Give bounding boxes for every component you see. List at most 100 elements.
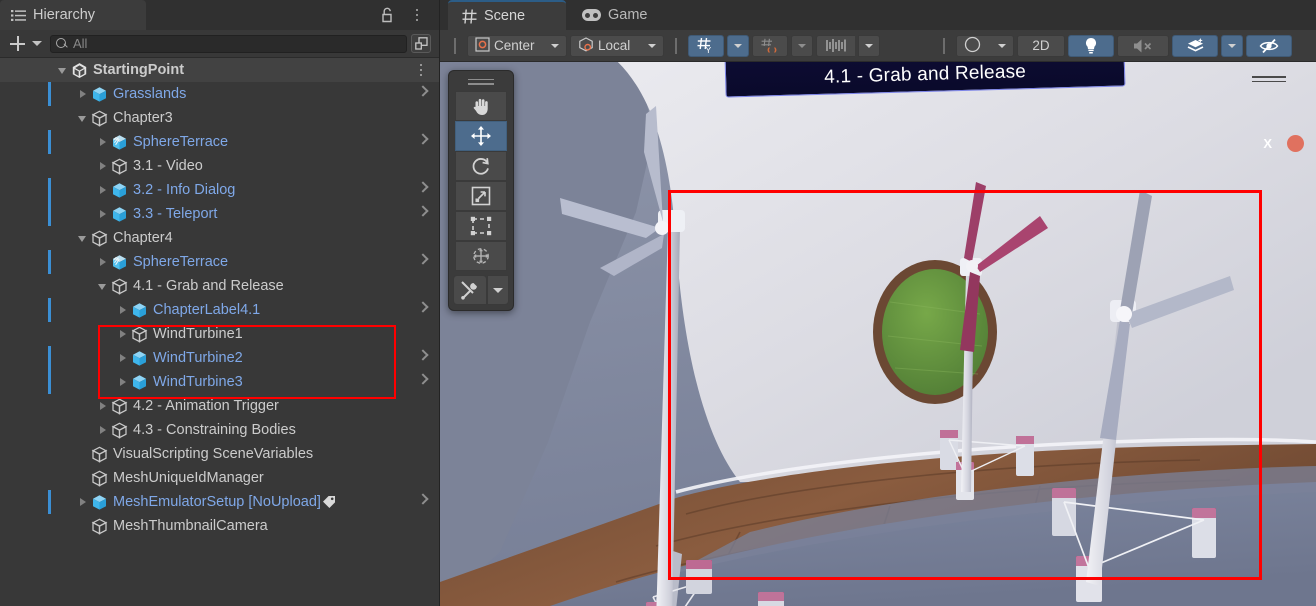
hierarchy-row[interactable]: 4.1 - Grab and Release bbox=[0, 274, 439, 298]
move-tool[interactable] bbox=[455, 121, 507, 151]
hierarchy-row[interactable]: MeshUniqueIdManager bbox=[0, 466, 439, 490]
twirl-spacer bbox=[76, 442, 91, 466]
hierarchy-row-label: MeshThumbnailCamera bbox=[113, 517, 268, 534]
hierarchy-row[interactable]: 4.3 - Constraining Bodies bbox=[0, 418, 439, 442]
scene-viewport[interactable]: 4.1 - Grab and Release X bbox=[440, 62, 1316, 606]
create-object-chevron-down-icon[interactable] bbox=[32, 41, 42, 46]
hierarchy-tree[interactable]: StartingPoint Grasslands Chapter3 SphereTer… bbox=[0, 58, 439, 606]
hierarchy-row-label: 4.3 - Constraining Bodies bbox=[133, 421, 296, 438]
audio-mute-toggle[interactable] bbox=[1117, 34, 1169, 57]
scale-tool[interactable] bbox=[455, 181, 507, 211]
twirl-open-icon[interactable] bbox=[96, 274, 111, 298]
open-prefab-chevron-right-icon[interactable] bbox=[417, 253, 429, 265]
rect-transform-tool[interactable] bbox=[455, 211, 507, 241]
hierarchy-row[interactable]: WindTurbine3 bbox=[0, 370, 439, 394]
gameobject-cube-icon bbox=[111, 158, 128, 175]
hierarchy-row[interactable]: StartingPoint bbox=[0, 58, 439, 82]
hierarchy-row[interactable]: Chapter4 bbox=[0, 226, 439, 250]
twirl-closed-icon[interactable] bbox=[96, 250, 111, 274]
hand-pan-tool[interactable] bbox=[455, 91, 507, 121]
open-prefab-chevron-right-icon[interactable] bbox=[417, 493, 429, 505]
twirl-open-icon[interactable] bbox=[76, 106, 91, 130]
twirl-closed-icon[interactable] bbox=[116, 322, 131, 346]
twirl-closed-icon[interactable] bbox=[96, 178, 111, 202]
toggle-2d-button[interactable]: 2D bbox=[1017, 34, 1065, 57]
effects-dropdown[interactable] bbox=[1221, 34, 1243, 57]
toolbar-grip[interactable] bbox=[454, 37, 456, 54]
hierarchy-kebab-menu-icon[interactable] bbox=[409, 5, 425, 25]
hierarchy-row[interactable]: MeshThumbnailCamera bbox=[0, 514, 439, 538]
rotate-tool[interactable] bbox=[455, 151, 507, 181]
pivot-chevron-down-icon bbox=[551, 43, 559, 48]
toolbar-grip-2[interactable] bbox=[675, 37, 677, 54]
open-prefab-chevron-right-icon[interactable] bbox=[417, 205, 429, 217]
prefab-variant-icon bbox=[111, 254, 128, 271]
hierarchy-row-label: 4.2 - Animation Trigger bbox=[133, 397, 279, 414]
open-prefab-chevron-right-icon[interactable] bbox=[417, 349, 429, 361]
hierarchy-row[interactable]: 3.3 - Teleport bbox=[0, 202, 439, 226]
twirl-closed-icon[interactable] bbox=[96, 418, 111, 442]
twirl-closed-icon[interactable] bbox=[76, 82, 91, 106]
open-prefab-chevron-right-icon[interactable] bbox=[417, 373, 429, 385]
gameobject-cube-icon bbox=[91, 446, 108, 463]
grid-snap-toggle[interactable] bbox=[752, 34, 788, 57]
tool-palette-drag-handle[interactable] bbox=[468, 77, 494, 86]
create-object-button[interactable] bbox=[6, 34, 28, 54]
grid-visibility-dropdown[interactable] bbox=[727, 34, 749, 57]
hierarchy-row[interactable]: WindTurbine2 bbox=[0, 346, 439, 370]
effects-chevron-down-icon bbox=[1228, 43, 1236, 48]
hierarchy-row[interactable]: Grasslands bbox=[0, 82, 439, 106]
hierarchy-row[interactable]: Chapter3 bbox=[0, 106, 439, 130]
lock-open-icon[interactable] bbox=[379, 6, 395, 23]
twirl-closed-icon[interactable] bbox=[116, 370, 131, 394]
twirl-closed-icon[interactable] bbox=[96, 154, 111, 178]
effects-toggle[interactable] bbox=[1172, 34, 1218, 57]
custom-tool-chevron-down-icon[interactable] bbox=[487, 275, 509, 305]
row-kebab-menu-icon[interactable] bbox=[416, 60, 426, 80]
twirl-spacer bbox=[76, 514, 91, 538]
open-in-new-icon[interactable] bbox=[411, 34, 431, 53]
search-input[interactable]: All bbox=[50, 34, 407, 53]
twirl-closed-icon[interactable] bbox=[116, 346, 131, 370]
hierarchy-row-label: 3.2 - Info Dialog bbox=[133, 181, 236, 198]
twirl-closed-icon[interactable] bbox=[96, 394, 111, 418]
gizmo-axis-x-handle[interactable] bbox=[1287, 135, 1304, 152]
toolbar-grip-3[interactable] bbox=[943, 37, 945, 54]
snap-increment-button[interactable] bbox=[816, 34, 855, 57]
rotation-mode-dropdown[interactable]: Local bbox=[570, 34, 664, 57]
hierarchy-row[interactable]: 3.2 - Info Dialog bbox=[0, 178, 439, 202]
tab-hierarchy[interactable]: Hierarchy bbox=[0, 0, 146, 30]
pivot-mode-dropdown[interactable]: Center bbox=[467, 34, 567, 57]
hierarchy-row[interactable]: VisualScripting SceneVariables bbox=[0, 442, 439, 466]
hierarchy-row-label: 4.1 - Grab and Release bbox=[133, 277, 284, 294]
hierarchy-row[interactable]: 4.2 - Animation Trigger bbox=[0, 394, 439, 418]
hierarchy-row[interactable]: SphereTerrace bbox=[0, 250, 439, 274]
twirl-open-icon[interactable] bbox=[56, 58, 71, 82]
hierarchy-row[interactable]: SphereTerrace bbox=[0, 130, 439, 154]
snap-increment-dropdown[interactable] bbox=[858, 34, 880, 57]
hierarchy-row[interactable]: WindTurbine1 bbox=[0, 322, 439, 346]
open-prefab-chevron-right-icon[interactable] bbox=[417, 301, 429, 313]
hierarchy-row[interactable]: 3.1 - Video bbox=[0, 154, 439, 178]
open-prefab-chevron-right-icon[interactable] bbox=[417, 133, 429, 145]
tab-scene[interactable]: Scene bbox=[448, 0, 566, 30]
shading-mode-dropdown[interactable] bbox=[956, 34, 1014, 57]
twirl-open-icon[interactable] bbox=[76, 226, 91, 250]
twirl-closed-icon[interactable] bbox=[76, 490, 91, 514]
hidden-objects-toggle[interactable] bbox=[1246, 34, 1292, 57]
hierarchy-row-label: WindTurbine3 bbox=[153, 373, 243, 390]
grid-snap-dropdown[interactable] bbox=[791, 34, 813, 57]
open-prefab-chevron-right-icon[interactable] bbox=[417, 181, 429, 193]
hierarchy-row[interactable]: MeshEmulatorSetup [NoUpload] bbox=[0, 490, 439, 514]
grid-visibility-toggle[interactable]: Y bbox=[688, 34, 724, 57]
transform-tool[interactable] bbox=[455, 241, 507, 271]
lighting-toggle[interactable] bbox=[1068, 34, 1114, 57]
twirl-closed-icon[interactable] bbox=[96, 202, 111, 226]
twirl-closed-icon[interactable] bbox=[96, 130, 111, 154]
open-prefab-chevron-right-icon[interactable] bbox=[417, 85, 429, 97]
twirl-closed-icon[interactable] bbox=[116, 298, 131, 322]
hierarchy-row[interactable]: ChapterLabel4.1 bbox=[0, 298, 439, 322]
tab-game[interactable]: Game bbox=[568, 0, 662, 30]
custom-editor-tool[interactable] bbox=[453, 275, 487, 305]
prefab-cube-icon bbox=[131, 374, 148, 391]
